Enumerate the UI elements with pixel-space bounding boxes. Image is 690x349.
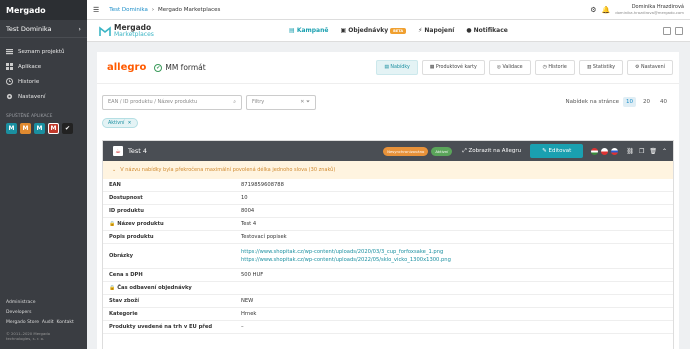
- attribute-row: Cena s DPH 500 HUF: [103, 269, 673, 282]
- chevron-right-icon: ›: [78, 24, 81, 33]
- link-icon[interactable]: ⛓: [626, 148, 634, 155]
- attribute-row: EAN 8719859608788: [103, 179, 673, 192]
- edit-button[interactable]: ✎ Editovat: [530, 144, 584, 158]
- check-icon: ✔: [154, 63, 163, 72]
- main-content: allegro ✔ MM formát ▤ Nabídky ▦ Produkto…: [87, 42, 690, 349]
- offer-card: ☕ Test 4 Nesynchronizováno Aktivní ⤢ Zob…: [102, 140, 674, 349]
- offer-title: Test 4: [128, 147, 148, 155]
- format-name: MM formát: [165, 63, 206, 72]
- nav-connection[interactable]: ⚡ Napojení: [418, 27, 454, 34]
- offer-attributes: EAN 8719859608788 Dostupnost 10 ID produkt…: [103, 179, 673, 334]
- sidebar-item-history[interactable]: Historie: [0, 74, 87, 89]
- attribute-row: 🔒 Čas odbavení objednávky: [103, 282, 673, 295]
- menu-collapse-icon[interactable]: ☰: [93, 6, 99, 14]
- gear-icon[interactable]: ⚙: [590, 6, 596, 14]
- app-icon[interactable]: ✔: [62, 123, 73, 134]
- lock-icon: 🔒: [109, 221, 116, 227]
- close-icon: ✕: [127, 120, 132, 126]
- sidebar-footer: Administrace Developers Mergado Store Au…: [6, 298, 76, 341]
- tab-offers[interactable]: ▤ Nabídky: [376, 60, 418, 75]
- chevron-down-icon: ⌄: [112, 167, 117, 173]
- chevron-up-icon[interactable]: ⌃: [662, 148, 667, 155]
- per-page-20[interactable]: 20: [640, 97, 653, 107]
- allegro-logo: allegro: [107, 62, 147, 73]
- product-thumbnail: ☕: [113, 146, 123, 156]
- trash-icon[interactable]: 🗑: [649, 148, 657, 155]
- project-switcher[interactable]: Test Dominika ›: [0, 20, 87, 38]
- sidebar-item-projects[interactable]: Seznam projektů: [0, 44, 87, 59]
- marketplaces-logo-icon: [99, 25, 111, 36]
- attribute-row: Popis produktu Testovací popisek: [103, 231, 673, 244]
- sidebar-item-settings[interactable]: Nastavení: [0, 89, 87, 104]
- breadcrumb-project[interactable]: Test Dominika: [109, 7, 148, 13]
- search-icon: ⌕: [233, 99, 236, 105]
- tab-statistics[interactable]: ▥ Statistiky: [578, 60, 624, 75]
- running-apps: M M M M ✔: [0, 123, 80, 134]
- attribute-row: Obrázky https://www.shopitak.cz/wp-conten…: [103, 244, 673, 269]
- window-icon[interactable]: [662, 26, 671, 35]
- app-icon[interactable]: M: [20, 123, 31, 134]
- gear-icon: [6, 93, 13, 100]
- lock-icon: 🔒: [109, 285, 116, 291]
- attribute-row: Kategorie Hrnek: [103, 308, 673, 321]
- copy-icon[interactable]: ❐: [639, 148, 644, 155]
- user-menu[interactable]: Dominika Hrazdirová dominika.hrazdirova@…: [615, 4, 684, 16]
- flag-cz-icon[interactable]: [601, 147, 609, 155]
- per-page-40[interactable]: 40: [657, 97, 670, 107]
- brand-logo[interactable]: Mergado: [0, 0, 87, 20]
- warning-banner: ⌄ V názvu nabídky byla překročena maximá…: [103, 161, 673, 179]
- attribute-row: ID produktu 8004: [103, 205, 673, 218]
- app-header: Mergado Marketplaces ▤ Kampaně ▣ Objedná…: [87, 20, 690, 42]
- flag-hu-icon[interactable]: [591, 147, 599, 155]
- running-apps-heading: SPUŠTĚNÉ APLIKACE: [6, 114, 53, 119]
- tab-product-cards[interactable]: ▦ Produktové karty: [421, 60, 485, 75]
- beta-badge: BETA: [390, 28, 407, 34]
- tab-validation[interactable]: ◎ Validace: [488, 60, 531, 75]
- tab-history[interactable]: ◷ Historie: [534, 60, 575, 75]
- developers-link[interactable]: Developers: [6, 308, 76, 318]
- app-icon[interactable]: M: [6, 123, 17, 134]
- attribute-row: 🔒 Název produktu Test 4: [103, 218, 673, 231]
- clock-icon: [6, 78, 13, 85]
- list-icon: [6, 48, 13, 55]
- audit-link[interactable]: Audit: [42, 320, 54, 325]
- unsync-badge: Nesynchronizováno: [383, 146, 429, 156]
- per-page-label: Nabídek na stránce: [565, 99, 619, 105]
- image-link[interactable]: https://www.shopitak.cz/wp-content/uploa…: [241, 256, 451, 264]
- breadcrumb-app: Mergado Marketplaces: [158, 6, 221, 13]
- flag-sk-icon[interactable]: [611, 147, 619, 155]
- show-on-allegro-link[interactable]: ⤢ Zobrazit na Allegru: [462, 148, 521, 155]
- clear-icon: ✕: [300, 99, 305, 105]
- filter-input[interactable]: Filtry ✕ ⏷: [246, 94, 316, 110]
- nav-notifications[interactable]: ● Notifikace: [466, 27, 508, 34]
- active-filter-chip[interactable]: Aktivní ✕: [102, 118, 138, 128]
- attribute-row: Produkty uvedené na trh v EU před –: [103, 321, 673, 334]
- nav-orders[interactable]: ▣ Objednávky BETA: [340, 27, 407, 34]
- attribute-row: Dostupnost 10: [103, 192, 673, 205]
- image-link[interactable]: https://www.shopitak.cz/wp-content/uploa…: [241, 248, 451, 256]
- topbar: ☰ Test Dominika › Mergado Marketplaces ⚙…: [87, 0, 690, 20]
- app-logo[interactable]: Mergado Marketplaces: [87, 23, 154, 38]
- admin-link[interactable]: Administrace: [6, 298, 76, 308]
- per-page-10[interactable]: 10: [623, 97, 636, 107]
- chevron-right-icon: ›: [151, 6, 155, 13]
- sidebar-item-apps[interactable]: Aplikace: [0, 59, 87, 74]
- window-icon[interactable]: [674, 26, 683, 35]
- project-name: Test Dominika: [6, 24, 52, 33]
- offers-panel: allegro ✔ MM formát ▤ Nabídky ▦ Produkto…: [97, 52, 679, 349]
- sidebar: Mergado Test Dominika › Seznam projektů …: [0, 0, 87, 349]
- app-icon[interactable]: M: [48, 123, 59, 134]
- attribute-row: Stav zboží NEW: [103, 295, 673, 308]
- app-icon[interactable]: M: [34, 123, 45, 134]
- copyright: © 2011–2020 Mergado technologies, s. r. …: [6, 331, 51, 341]
- active-badge: Aktivní: [431, 146, 453, 156]
- search-input[interactable]: EAN / ID produktu / Název produktu ⌕: [102, 94, 242, 110]
- nav-campaigns[interactable]: ▤ Kampaně: [289, 27, 328, 34]
- funnel-icon: ⏷: [305, 99, 310, 105]
- bell-icon[interactable]: 🔔: [601, 6, 610, 14]
- tab-settings[interactable]: ⚙ Nastavení: [627, 60, 673, 75]
- contact-link[interactable]: Kontakt: [57, 320, 74, 325]
- grid-icon: [6, 63, 13, 70]
- store-link[interactable]: Mergado Store: [6, 320, 39, 325]
